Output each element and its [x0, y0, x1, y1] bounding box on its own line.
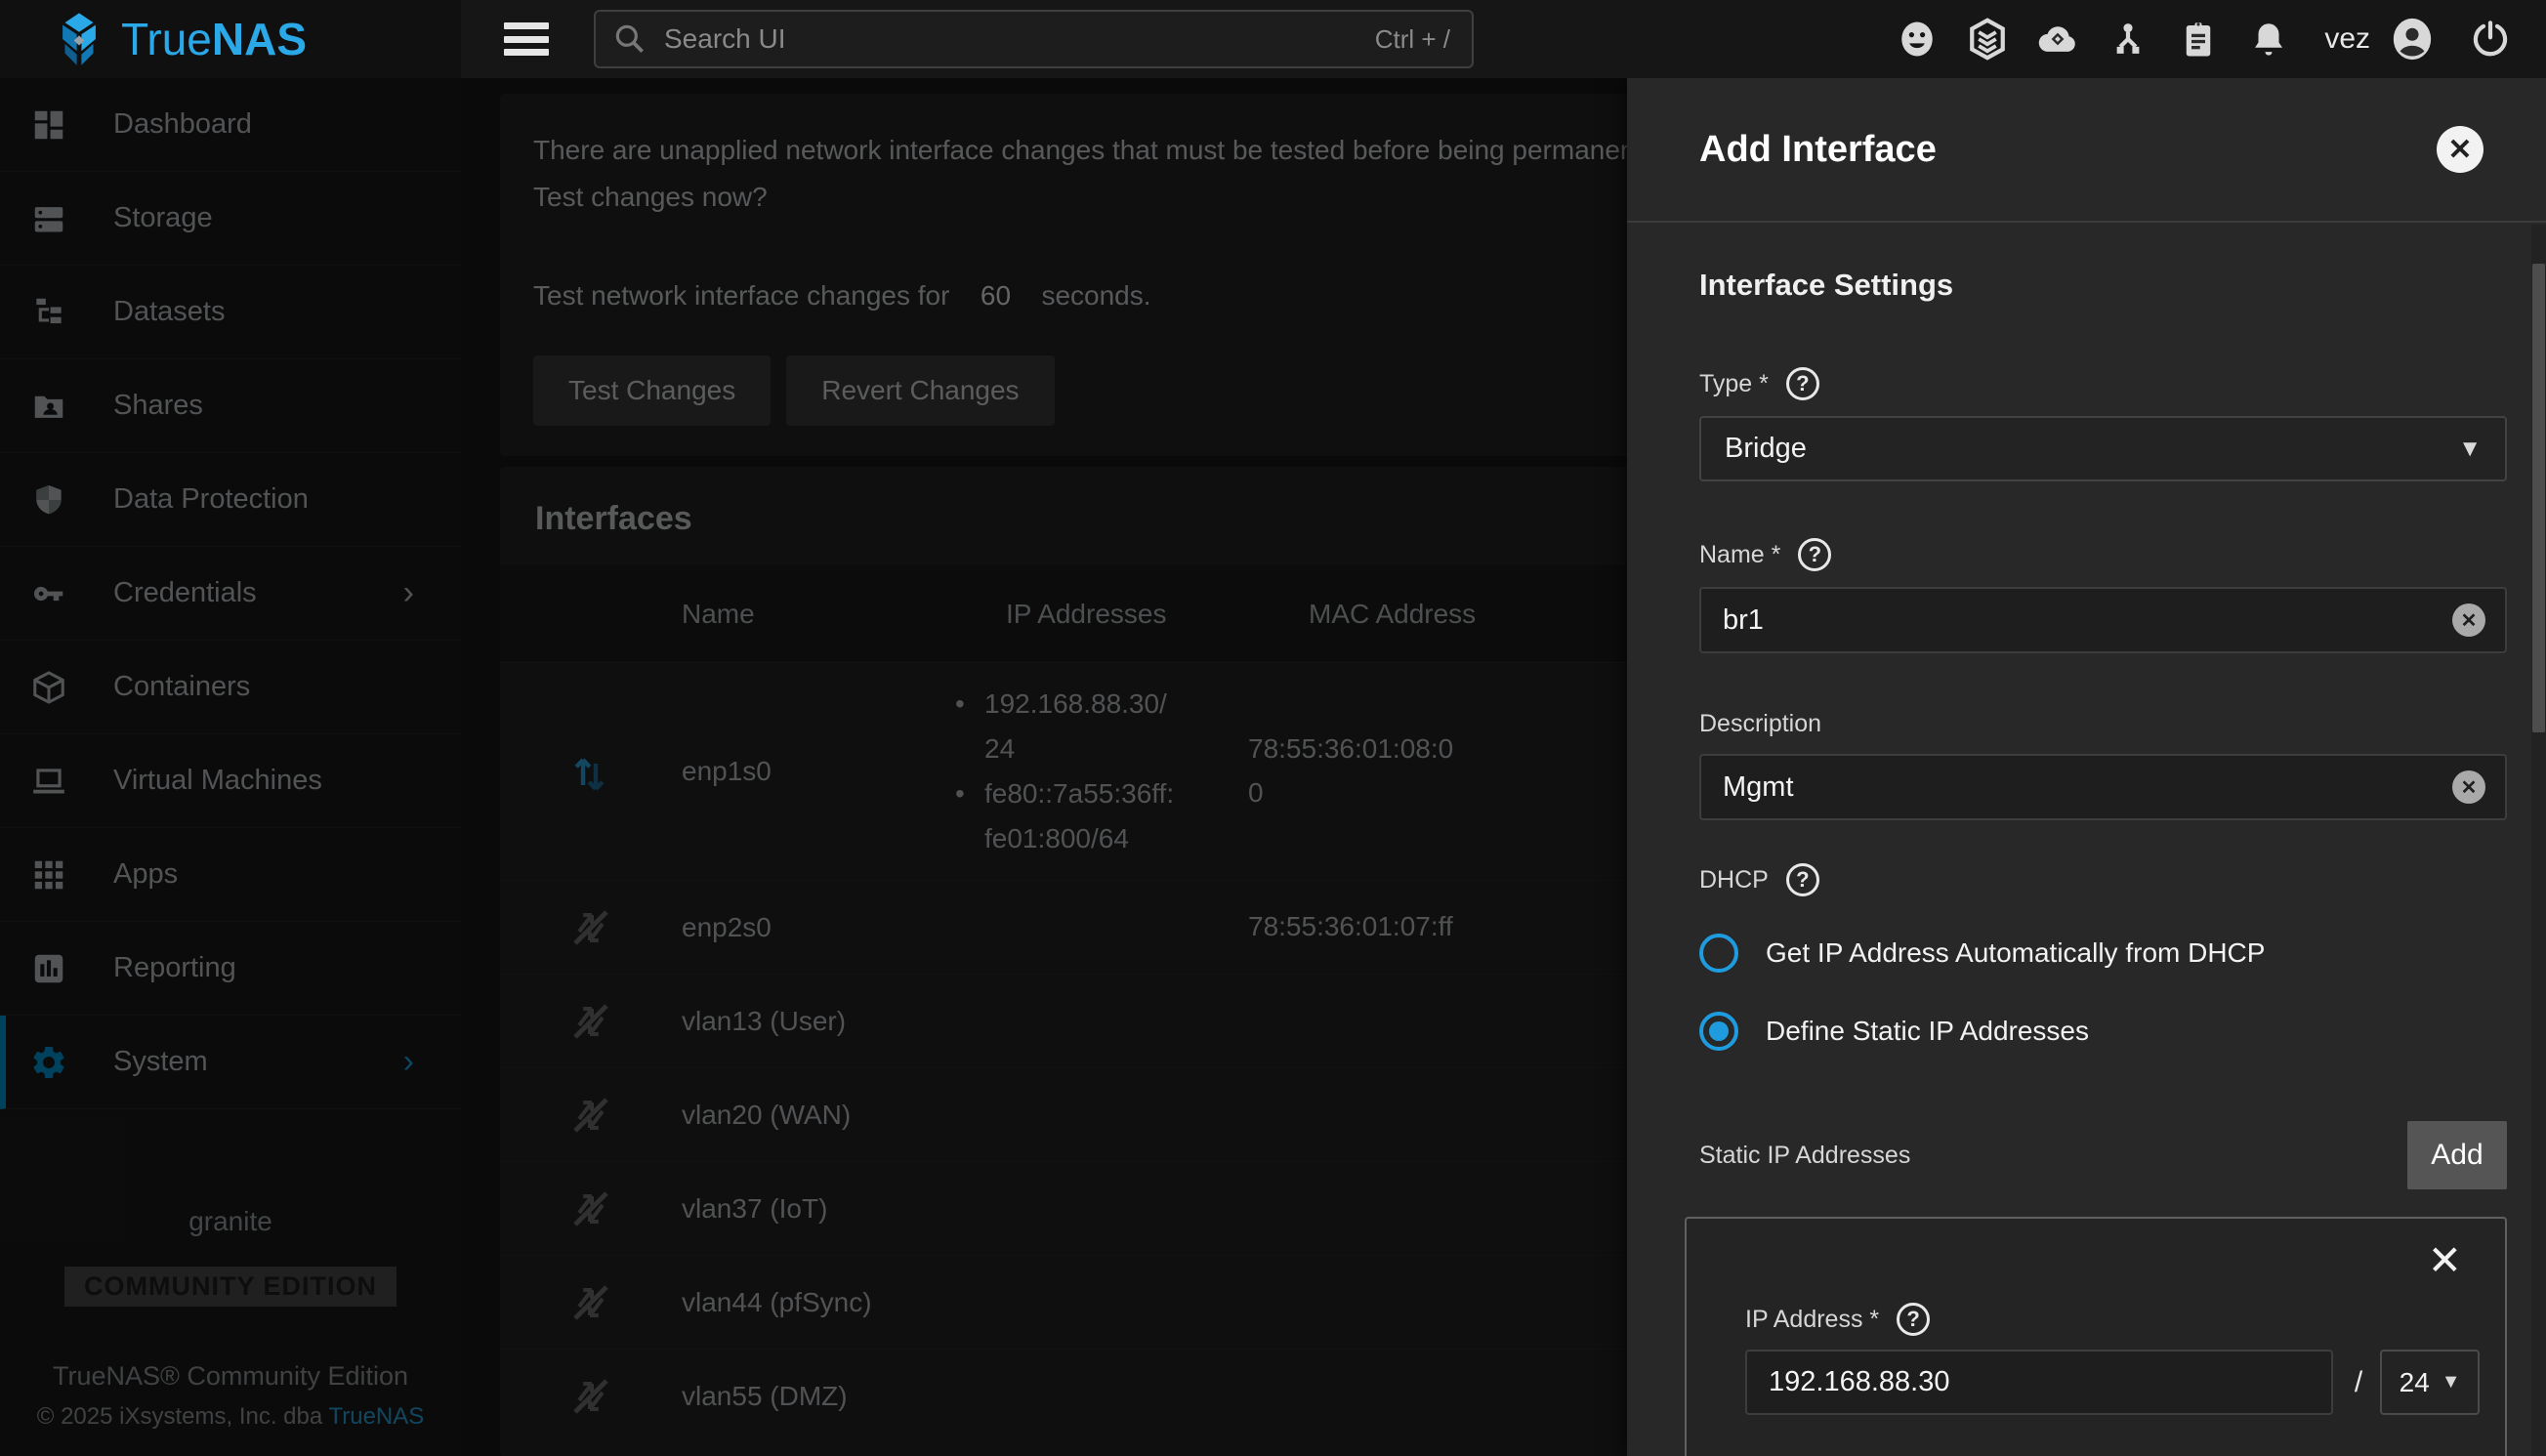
cidr-separator: / [2355, 1366, 2362, 1399]
search-bar[interactable]: Ctrl + / [594, 10, 1474, 68]
description-input[interactable] [1721, 770, 2452, 805]
radio-static-ip[interactable]: Define Static IP Addresses [1699, 1004, 2507, 1059]
topbar-logo-area: TrueNAS [0, 0, 461, 78]
help-icon[interactable]: ? [1786, 367, 1819, 400]
menu-toggle-icon[interactable] [504, 22, 549, 56]
ip-address-input-wrap [1745, 1350, 2333, 1415]
checklist-clipboard-icon[interactable] [2176, 17, 2221, 62]
dhcp-label-row: DHCP ? [1699, 863, 2507, 896]
add-static-ip-button[interactable]: Add [2407, 1121, 2507, 1189]
truenas-logo[interactable]: TrueNAS [51, 11, 307, 67]
panel-header: Add Interface ✕ [1627, 78, 2546, 223]
ip-input-row: / 24 ▼ [1745, 1350, 2480, 1415]
panel-body: Interface Settings Type * ? Bridge ▼ Nam… [1627, 268, 2546, 1456]
power-icon[interactable] [2468, 17, 2513, 62]
help-icon[interactable]: ? [1897, 1303, 1930, 1336]
chevron-down-icon: ▼ [2458, 436, 2482, 463]
search-icon [611, 21, 648, 58]
panel-scrollbar[interactable] [2531, 225, 2546, 1456]
type-label-row: Type * ? [1699, 367, 2507, 400]
help-icon[interactable]: ? [1798, 538, 1831, 571]
description-input-wrap: ✕ [1699, 754, 2507, 820]
type-select[interactable]: Bridge ▼ [1699, 416, 2507, 481]
app-shell: Dashboard Storage Datasets Shares Data P… [0, 78, 2546, 1456]
jobs-sitemap-icon[interactable] [2106, 17, 2150, 62]
panel-title: Add Interface [1699, 129, 1937, 171]
alerts-bell-icon[interactable] [2246, 17, 2291, 62]
close-icon[interactable]: ✕ [2437, 126, 2483, 173]
truenas-logo-icon [51, 11, 107, 67]
name-input[interactable] [1721, 603, 2452, 638]
help-icon[interactable]: ? [1786, 863, 1819, 896]
interface-settings-heading: Interface Settings [1699, 268, 2507, 303]
topbar-icon-cluster: vez [1869, 17, 2513, 62]
truecommand-icon[interactable] [1965, 17, 2010, 62]
static-ip-section-header: Static IP Addresses Add [1699, 1121, 2507, 1189]
truenas-connect-cloud-icon[interactable] [2035, 17, 2080, 62]
user-avatar-icon[interactable] [2390, 17, 2435, 62]
description-label-row: Description [1699, 710, 2507, 738]
radio-dhcp-auto[interactable]: Get IP Address Automatically from DHCP [1699, 926, 2507, 980]
scrollbar-thumb[interactable] [2532, 264, 2545, 732]
feedback-smiley-icon[interactable] [1895, 17, 1940, 62]
netmask-select[interactable]: 24 ▼ [2380, 1350, 2480, 1415]
truenas-logo-text: TrueNAS [121, 17, 307, 62]
topbar: TrueNAS Ctrl + / vez [0, 0, 2546, 78]
search-input[interactable] [662, 22, 1375, 56]
clear-icon[interactable]: ✕ [2452, 770, 2485, 804]
ip-address-input[interactable] [1767, 1365, 2312, 1399]
clear-icon[interactable]: ✕ [2452, 603, 2485, 637]
name-input-wrap: ✕ [1699, 587, 2507, 653]
add-interface-panel: Add Interface ✕ Interface Settings Type … [1627, 78, 2546, 1456]
radio-selected-icon [1699, 1012, 1738, 1051]
username: vez [2324, 22, 2370, 56]
remove-entry-icon[interactable]: ✕ [2428, 1240, 2462, 1281]
static-ip-entry-card: ✕ IP Address * ? / 24 ▼ [1685, 1217, 2507, 1456]
radio-icon [1699, 934, 1738, 973]
ip-address-label-row: IP Address * ? [1745, 1303, 2480, 1336]
name-label-row: Name * ? [1699, 538, 2507, 571]
chevron-down-icon: ▼ [2442, 1371, 2461, 1394]
search-shortcut: Ctrl + / [1375, 24, 1450, 55]
